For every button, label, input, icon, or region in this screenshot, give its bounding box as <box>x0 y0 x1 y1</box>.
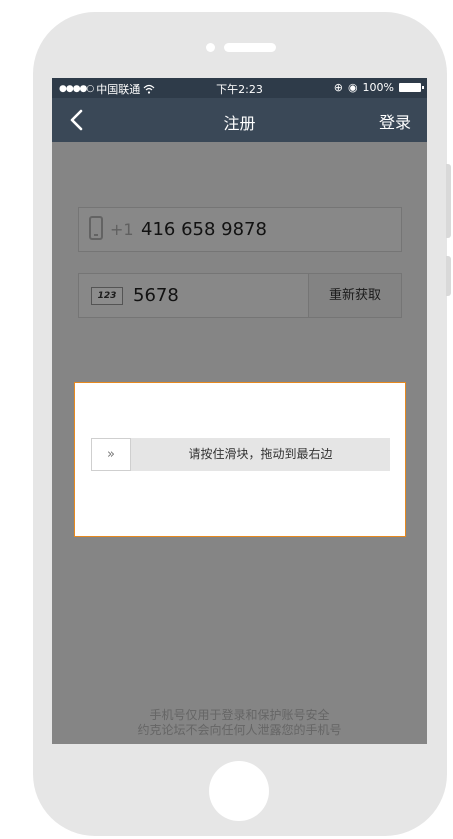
alarm-icon: ◉ <box>347 81 358 94</box>
nav-bar: 注册 登录 <box>52 98 427 142</box>
power-button <box>446 256 451 296</box>
login-button[interactable]: 登录 <box>379 109 411 133</box>
volume-button <box>446 164 451 238</box>
slider-hint: 请按住滑块，拖动到最右边 <box>188 447 333 461</box>
battery-percent: 100% <box>362 81 394 94</box>
speaker <box>224 43 276 52</box>
slider-handle[interactable]: » <box>91 438 131 471</box>
status-bar: ●●●●○ 中国联通 下午2:23 ⊕ ◉ 100% <box>52 78 427 98</box>
double-chevron-right-icon: » <box>107 447 115 462</box>
battery-icon <box>399 83 424 92</box>
home-button[interactable] <box>209 761 269 821</box>
screen: ●●●●○ 中国联通 下午2:23 ⊕ ◉ 100% 注册 登录 +1 416 … <box>52 78 427 744</box>
camera <box>206 43 215 52</box>
slider-captcha-dialog: » 请按住滑块，拖动到最右边 <box>74 382 406 537</box>
slider-track[interactable]: » 请按住滑块，拖动到最右边 <box>91 438 390 471</box>
modal-backdrop: » 请按住滑块，拖动到最右边 <box>52 142 427 744</box>
page-title: 注册 <box>223 114 256 133</box>
rotation-lock-icon: ⊕ <box>333 81 343 94</box>
